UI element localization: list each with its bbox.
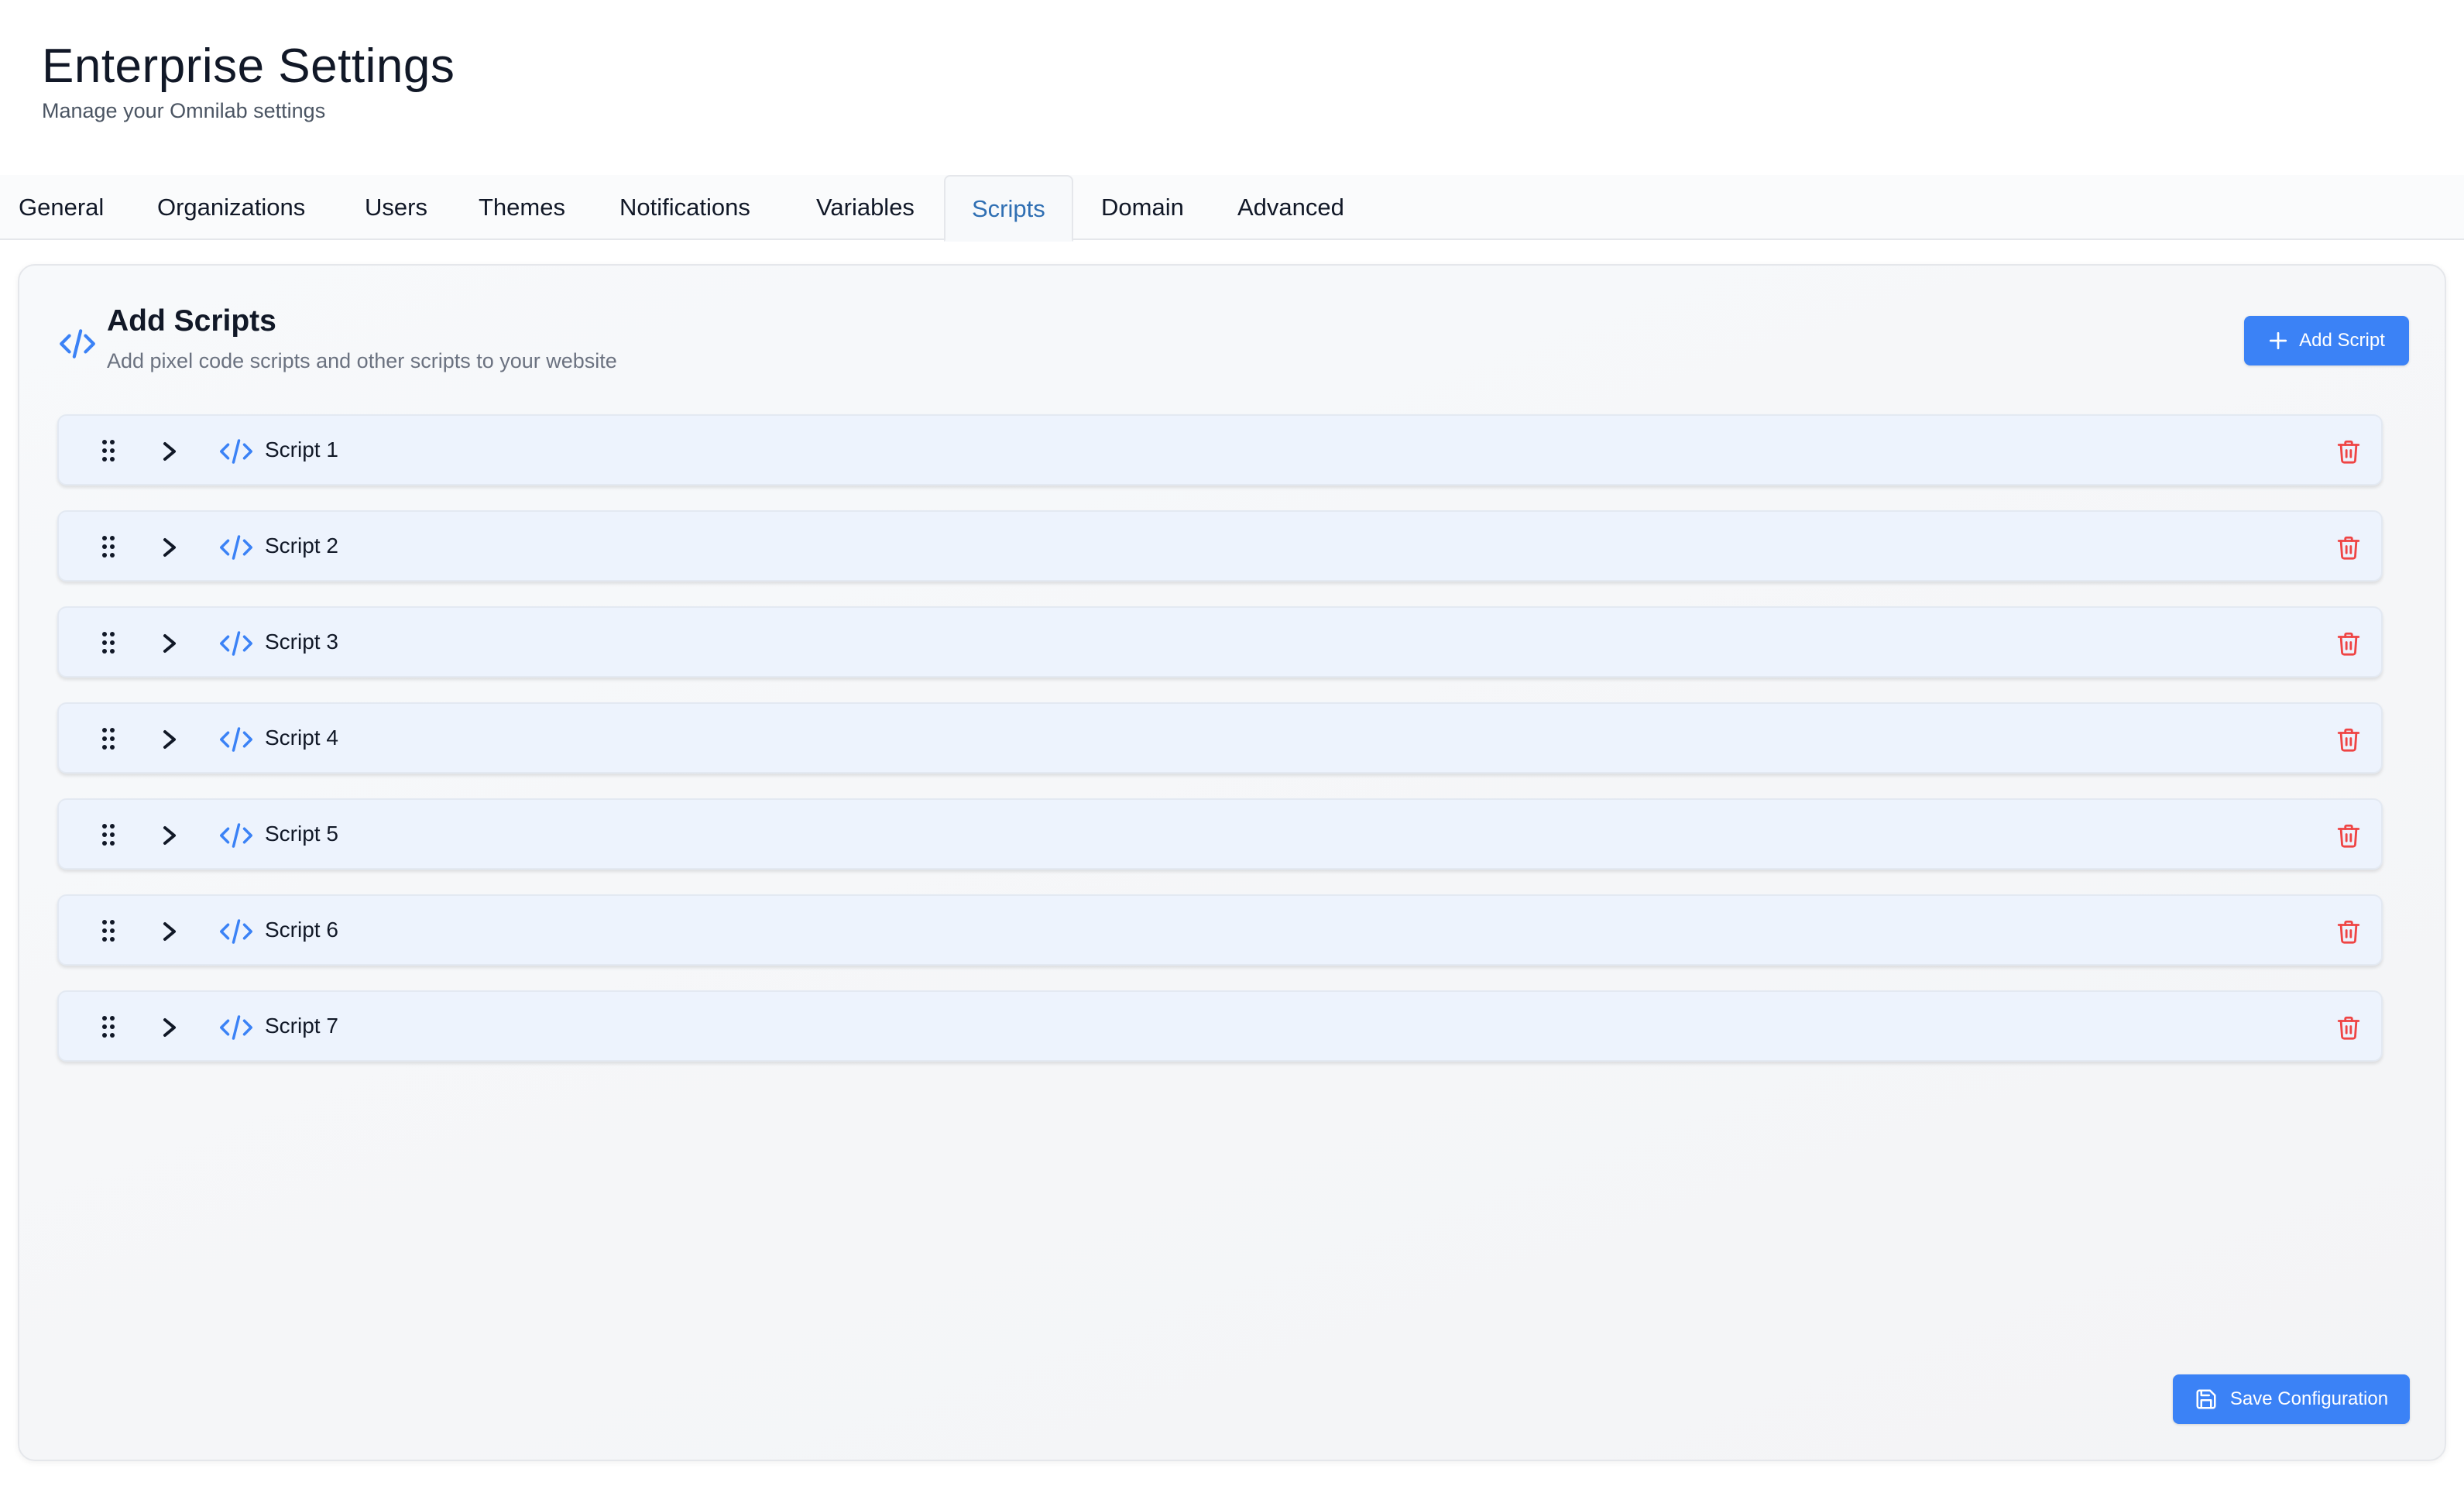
save-icon [2196,1389,2216,1409]
chevron-right-icon[interactable] [160,825,179,846]
code-icon [220,631,252,656]
tab-advanced[interactable]: Advanced [1211,175,1371,240]
code-icon [220,919,252,944]
drag-handle-icon[interactable] [101,727,116,750]
script-row[interactable]: Script 3 [57,606,2383,678]
scripts-card: Add Scripts Add pixel code scripts and o… [18,264,2446,1461]
script-row[interactable]: Script 7 [57,990,2383,1062]
script-list: Script 1 Script 2 Script 3 Script 4 Scri… [57,414,2383,1086]
save-configuration-label: Save Configuration [2229,1388,2389,1409]
trash-icon[interactable] [2335,630,2362,657]
add-script-button[interactable]: Add Script [2244,316,2409,365]
tab-variables[interactable]: Variables [790,175,941,240]
code-icon [60,329,95,359]
section-title: Add Scripts [107,304,276,338]
drag-handle-icon[interactable] [101,439,116,462]
chevron-right-icon[interactable] [160,537,179,558]
plus-icon [2270,331,2287,350]
tab-general[interactable]: General [0,175,130,240]
page-header: Enterprise Settings Manage your Omnilab … [42,36,455,123]
section-description: Add pixel code scripts and other scripts… [107,349,617,372]
script-name: Script 2 [265,534,338,558]
drag-handle-icon[interactable] [101,1015,116,1038]
trash-icon[interactable] [2335,437,2362,465]
chevron-right-icon[interactable] [160,633,179,654]
tab-organizations[interactable]: Organizations [131,175,331,240]
trash-icon[interactable] [2335,918,2362,945]
code-icon [220,1015,252,1040]
script-name: Script 4 [265,726,338,750]
script-row[interactable]: Script 6 [57,894,2383,966]
script-row[interactable]: Script 4 [57,702,2383,774]
drag-handle-icon[interactable] [101,535,116,558]
script-row[interactable]: Script 2 [57,510,2383,582]
tab-domain[interactable]: Domain [1075,175,1210,240]
chevron-right-icon[interactable] [160,729,179,750]
trash-icon[interactable] [2335,1014,2362,1041]
script-name: Script 1 [265,437,338,461]
drag-handle-icon[interactable] [101,631,116,654]
tab-themes[interactable]: Themes [452,175,592,240]
chevron-right-icon[interactable] [160,1017,179,1038]
trash-icon[interactable] [2335,822,2362,849]
chevron-right-icon[interactable] [160,441,179,462]
tab-scripts[interactable]: Scripts [944,175,1073,242]
drag-handle-icon[interactable] [101,919,116,942]
chevron-right-icon[interactable] [160,921,179,942]
script-name: Script 3 [265,630,338,654]
script-name: Script 7 [265,1014,338,1038]
page-title: Enterprise Settings [42,39,455,93]
trash-icon[interactable] [2335,726,2362,753]
settings-tabs: General Organizations Users Themes Notif… [0,175,2464,242]
add-script-label: Add Script [2299,330,2385,351]
code-icon [220,727,252,752]
tab-notifications[interactable]: Notifications [593,175,777,240]
script-name: Script 6 [265,918,338,942]
script-row[interactable]: Script 5 [57,798,2383,870]
code-icon [220,535,252,560]
drag-handle-icon[interactable] [101,823,116,846]
tab-users[interactable]: Users [338,175,454,240]
save-configuration-button[interactable]: Save Configuration [2173,1374,2410,1424]
code-icon [220,823,252,848]
trash-icon[interactable] [2335,534,2362,561]
script-row[interactable]: Script 1 [57,414,2383,486]
page-subtitle: Manage your Omnilab settings [42,99,326,122]
code-icon [220,439,252,464]
script-name: Script 5 [265,822,338,846]
